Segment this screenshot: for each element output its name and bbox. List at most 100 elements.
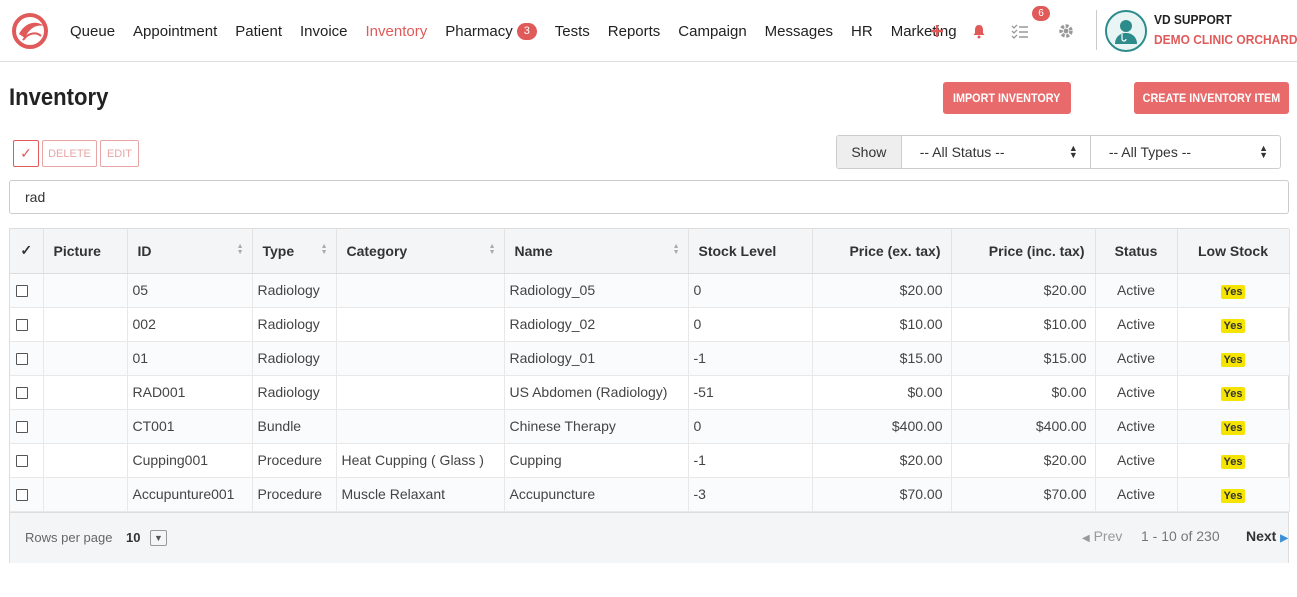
prev-page-button[interactable]: ◀ Prev (1082, 528, 1122, 544)
nav-item-campaign[interactable]: Campaign (678, 23, 746, 40)
tasks-icon[interactable] (1009, 20, 1031, 42)
nav-item-invoice[interactable]: Invoice (300, 23, 348, 40)
table-row[interactable]: 01 Radiology Radiology_01 -1 $15.00 $15.00 Act… (10, 341, 1290, 376)
sort-icon[interactable]: ▲ ▼ (321, 243, 328, 256)
row-checkbox-input[interactable] (16, 421, 28, 434)
type-filter-select[interactable]: -- All Types -- ▲ ▼ (1090, 136, 1280, 168)
create-inventory-item-button[interactable]: CREATE INVENTORY ITEM (1134, 82, 1289, 114)
nav-item-label: Reports (607, 22, 661, 40)
avatar[interactable] (1105, 10, 1147, 52)
next-page-button[interactable]: Next ▶ (1246, 528, 1288, 544)
low-stock-badge: Yes (1220, 454, 1246, 469)
nav-item-queue[interactable]: Queue (70, 23, 115, 40)
cell-picture (43, 273, 128, 308)
row-checkbox-input[interactable] (16, 319, 28, 332)
nav-divider (1096, 10, 1097, 50)
cell-id: 05 (127, 273, 253, 308)
clinic-name[interactable]: DEMO CLINIC ORCHARD (1154, 32, 1297, 47)
row-checkbox-input[interactable] (16, 455, 28, 468)
nav-item-appointment[interactable]: Appointment (133, 23, 217, 40)
cell-price-inc-tax: $10.00 (951, 307, 1096, 342)
cell-low-stock: Yes (1177, 341, 1290, 376)
row-checkbox (10, 341, 44, 376)
next-page-label: Next (1246, 528, 1277, 544)
nav-item-hr[interactable]: HR (851, 23, 873, 40)
table-row[interactable]: 002 Radiology Radiology_02 0 $10.00 $10.00 Act… (10, 307, 1290, 342)
table-row[interactable]: Accupunture001 Procedure Muscle Relaxant Ac… (10, 477, 1290, 512)
row-checkbox (10, 477, 44, 512)
cell-picture (43, 443, 128, 478)
row-checkbox-input[interactable] (16, 285, 28, 298)
header-category[interactable]: Category ▲ ▼ (336, 229, 505, 274)
low-stock-badge: Yes (1220, 284, 1246, 299)
cell-status: Active (1095, 409, 1178, 444)
cell-type: Bundle (252, 409, 337, 444)
sort-icon[interactable]: ▲ ▼ (673, 243, 680, 256)
cell-type: Procedure (252, 443, 337, 478)
edit-button[interactable]: EDIT (100, 140, 139, 167)
cell-status: Active (1095, 477, 1178, 512)
table-row[interactable]: 05 Radiology Radiology_05 0 $20.00 $20.00 Acti… (10, 273, 1290, 308)
low-stock-badge: Yes (1220, 352, 1246, 367)
table-header-row: ✓ Picture ID ▲ ▼ Type ▲ ▼ Category ▲ ▼ Name ▲ ▼ … (10, 229, 1290, 274)
table-row[interactable]: RAD001 Radiology US Abdomen (Radiology) -51… (10, 375, 1290, 410)
cell-name: Radiology_02 (504, 307, 689, 342)
cell-category (336, 341, 505, 376)
nav-item-patient[interactable]: Patient (235, 23, 282, 40)
cell-low-stock: Yes (1177, 409, 1290, 444)
nav-item-inventory[interactable]: Inventory (366, 23, 428, 40)
nav-item-pharmacy[interactable]: Pharmacy 3 (445, 22, 537, 40)
cell-category: Muscle Relaxant (336, 477, 505, 512)
cell-low-stock: Yes (1177, 273, 1290, 308)
user-name[interactable]: VD SUPPORT (1154, 12, 1232, 27)
bell-icon[interactable] (968, 20, 990, 42)
plus-icon[interactable] (926, 20, 948, 42)
cell-stock-level: -1 (688, 443, 813, 478)
header-name[interactable]: Name ▲ ▼ (504, 229, 689, 274)
low-stock-badge: Yes (1220, 488, 1246, 503)
cell-price-ex-tax: $400.00 (812, 409, 952, 444)
cell-category: Heat Cupping ( Glass ) (336, 443, 505, 478)
clinic-logo-icon[interactable] (11, 12, 49, 50)
sort-icon[interactable]: ▲ ▼ (489, 243, 496, 256)
cell-name: US Abdomen (Radiology) (504, 375, 689, 410)
cell-price-ex-tax: $70.00 (812, 477, 952, 512)
tasks-badge: 6 (1032, 6, 1050, 21)
nav-item-label: Campaign (678, 22, 747, 40)
row-checkbox-input[interactable] (16, 387, 28, 400)
nav-item-reports[interactable]: Reports (608, 23, 661, 40)
show-label: Show (837, 136, 902, 168)
table-row[interactable]: CT001 Bundle Chinese Therapy 0 $400.00 $400.0… (10, 409, 1290, 444)
cell-status: Active (1095, 375, 1178, 410)
cell-price-inc-tax: $20.00 (951, 273, 1096, 308)
sort-icon[interactable]: ▲ ▼ (237, 243, 244, 256)
cell-status: Active (1095, 341, 1178, 376)
header-type-label: Type (262, 242, 295, 259)
filter-group: Show -- All Status -- ▲ ▼ -- All Types --… (836, 135, 1281, 169)
nav-item-tests[interactable]: Tests (555, 23, 590, 40)
select-caret-icon: ▲ ▼ (1259, 143, 1268, 160)
chevron-right-icon: ▶ (1280, 533, 1288, 544)
cell-name: Accupuncture (504, 477, 689, 512)
chevron-down-icon[interactable]: ▼ (150, 530, 167, 546)
row-checkbox (10, 273, 44, 308)
status-filter-value: -- All Status -- (919, 144, 1005, 160)
nav-item-messages[interactable]: Messages (765, 23, 833, 40)
cell-picture (43, 409, 128, 444)
select-all-button[interactable]: ✓ (13, 140, 39, 167)
status-filter-select[interactable]: -- All Status -- ▲ ▼ (901, 136, 1091, 168)
search-input[interactable] (9, 180, 1289, 214)
cell-stock-level: -3 (688, 477, 813, 512)
import-inventory-button[interactable]: IMPORT INVENTORY (943, 82, 1071, 114)
header-id[interactable]: ID ▲ ▼ (127, 229, 253, 274)
header-type[interactable]: Type ▲ ▼ (252, 229, 337, 274)
rows-per-page-value[interactable]: 10 (126, 530, 140, 545)
row-checkbox-input[interactable] (16, 489, 28, 502)
cell-category (336, 409, 505, 444)
header-select[interactable]: ✓ (10, 229, 44, 274)
table-row[interactable]: Cupping001 Procedure Heat Cupping ( Glass … (10, 443, 1290, 478)
gear-icon[interactable] (1055, 20, 1077, 42)
delete-button[interactable]: DELETE (42, 140, 97, 167)
nav-item-label: Tests (554, 22, 590, 40)
row-checkbox-input[interactable] (16, 353, 28, 366)
